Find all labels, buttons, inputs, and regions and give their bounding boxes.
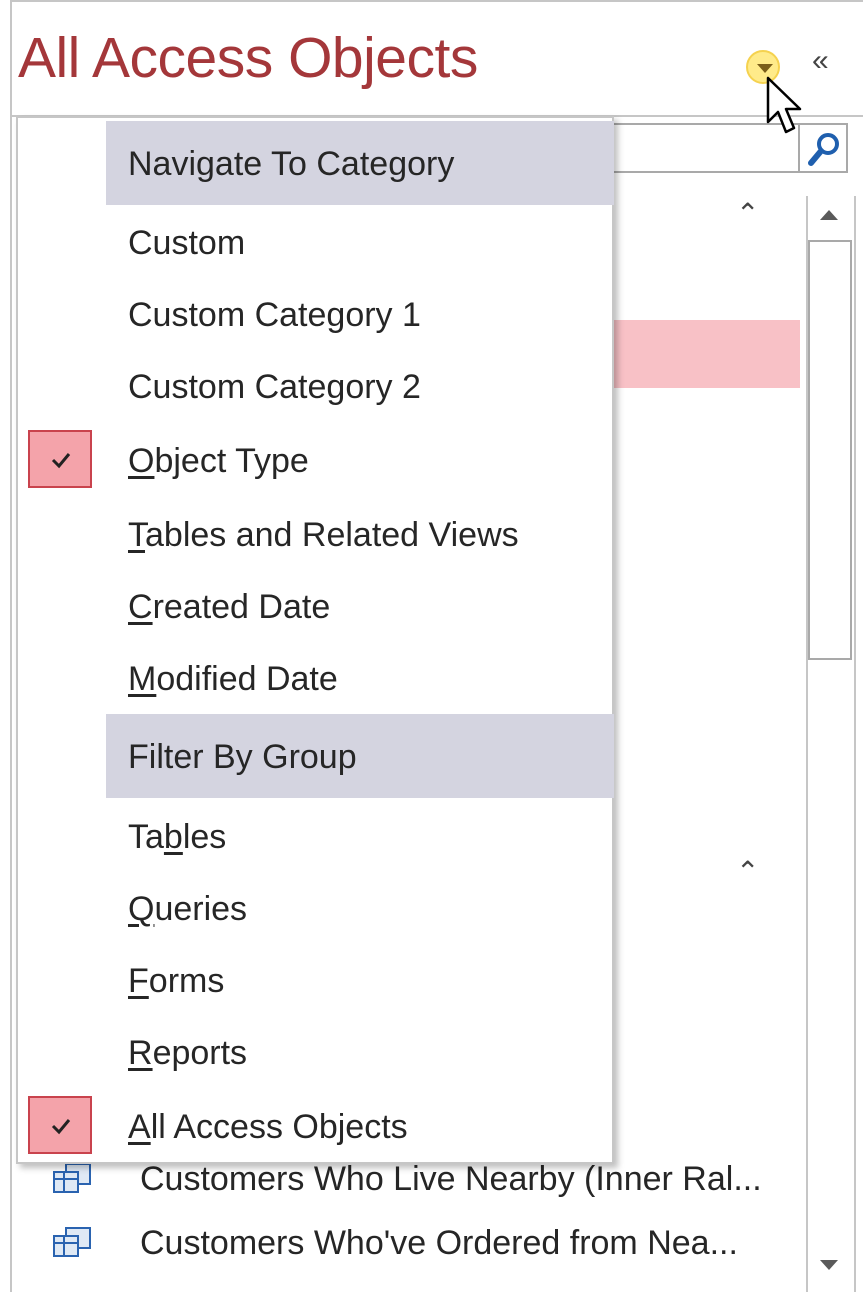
search-icon	[808, 133, 839, 166]
menu-item-custom-category-1[interactable]: Custom Category 1	[18, 280, 614, 352]
scroll-down-button[interactable]	[808, 1244, 852, 1284]
mouse-pointer-icon	[766, 76, 802, 134]
menu-section-header: Filter By Group	[106, 714, 614, 798]
menu-item-modified-date[interactable]: Modified Date	[18, 644, 614, 716]
collapse-group-icon[interactable]: ⌃	[736, 200, 759, 228]
menu-item-queries[interactable]: Queries	[18, 874, 614, 946]
menu-item-custom-category-2[interactable]: Custom Category 2	[18, 352, 614, 424]
menu-item-reports[interactable]: Reports	[18, 1018, 614, 1090]
arrow-up-icon	[820, 210, 838, 220]
menu-item-created-date[interactable]: Created Date	[18, 572, 614, 644]
query-icon	[53, 1227, 91, 1257]
checkmark-icon	[28, 1096, 92, 1154]
menu-item-tables[interactable]: Tables	[18, 802, 614, 874]
selected-object-row[interactable]	[610, 320, 800, 388]
scroll-up-button[interactable]	[808, 198, 852, 238]
menu-item-tables-and-related-views[interactable]: Tables and Related Views	[18, 500, 614, 572]
scroll-thumb[interactable]	[808, 240, 852, 660]
list-item-label: Customers Who've Ordered from Nea...	[140, 1224, 738, 1262]
menu-item-all-access-objects[interactable]: All Access Objects	[18, 1096, 614, 1168]
list-item[interactable]: Customers Who've Ordered from Nea...	[44, 1214, 804, 1270]
menu-item-forms[interactable]: Forms	[18, 946, 614, 1018]
menu-item-custom[interactable]: Custom	[18, 208, 614, 280]
arrow-down-icon	[820, 1260, 838, 1270]
menu-section-header: Navigate To Category	[106, 121, 614, 205]
collapse-group-icon[interactable]: ⌃	[736, 858, 759, 886]
menu-item-object-type[interactable]: Object Type	[18, 430, 614, 502]
pane-title[interactable]: All Access Objects	[18, 30, 478, 87]
chevron-down-icon	[757, 64, 773, 73]
shutter-bar-close-icon[interactable]: «	[812, 46, 829, 76]
category-dropdown-menu: Navigate To Category Custom Custom Categ…	[16, 116, 614, 1164]
checkmark-icon	[28, 430, 92, 488]
